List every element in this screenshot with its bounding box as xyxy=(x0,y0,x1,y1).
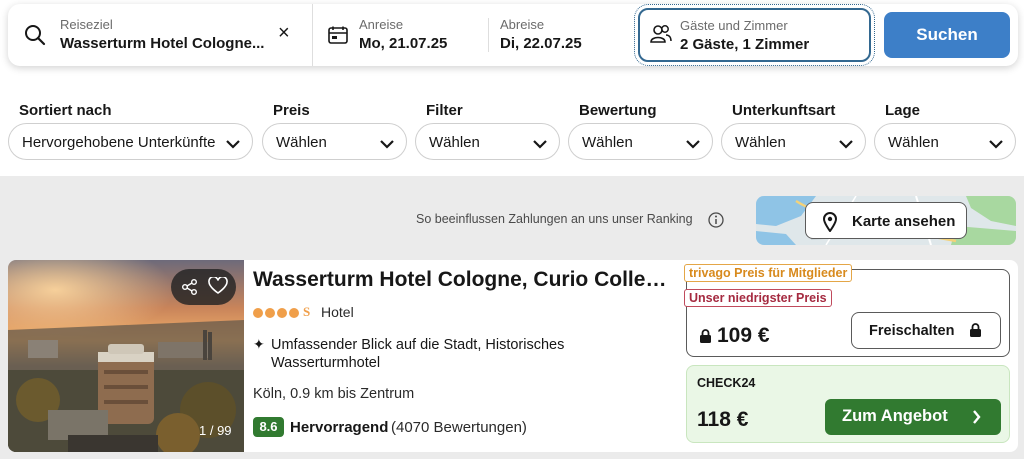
filter-value: Wählen xyxy=(888,134,939,151)
info-icon[interactable] xyxy=(708,212,724,233)
price-dropdown[interactable]: Wählen xyxy=(262,123,407,160)
search-button[interactable]: Suchen xyxy=(884,12,1010,58)
chevron-right-icon xyxy=(972,410,981,429)
filter-title: Preis xyxy=(273,102,310,119)
filter-value: Wählen xyxy=(735,134,786,151)
member-offer[interactable]: trivago Preis für Mitglieder Unser niedr… xyxy=(684,264,1010,357)
chevron-down-icon xyxy=(839,136,853,154)
chevron-down-icon xyxy=(686,136,700,154)
location-dropdown[interactable]: Wählen xyxy=(874,123,1016,160)
map-pin-icon xyxy=(822,212,838,237)
search-bar: Reiseziel Wasserturm Hotel Cologne... × … xyxy=(8,4,1018,66)
lowest-price-tag: Unser niedrigster Preis xyxy=(684,289,832,307)
accommodation-type-dropdown[interactable]: Wählen xyxy=(721,123,866,160)
calendar-icon xyxy=(328,26,348,49)
chevron-down-icon xyxy=(989,136,1003,154)
hotel-location: Köln, 0.9 km bis Zentrum xyxy=(253,386,415,402)
lock-icon xyxy=(969,323,982,343)
star-icon xyxy=(265,308,275,318)
star-icon xyxy=(253,308,263,318)
sparkle-icon: ✦ xyxy=(253,336,265,352)
search-icon xyxy=(24,24,46,51)
guests-value: 2 Gäste, 1 Zimmer xyxy=(680,36,810,53)
arrival-field[interactable]: Anreise Mo, 21.07.25 xyxy=(313,4,493,66)
filter-title: Bewertung xyxy=(579,102,657,119)
unlock-button[interactable]: Freischalten xyxy=(851,312,1001,349)
departure-label: Abreise xyxy=(500,17,545,32)
people-icon xyxy=(650,24,672,49)
chevron-down-icon xyxy=(380,136,394,154)
filter-title: Unterkunftsart xyxy=(732,102,836,119)
destination-field[interactable]: Reiseziel Wasserturm Hotel Cologne... × xyxy=(8,4,312,66)
guests-rooms-field[interactable]: Gäste und Zimmer 2 Gäste, 1 Zimmer xyxy=(634,4,875,66)
filter-dropdown[interactable]: Wählen xyxy=(415,123,560,160)
lock-icon xyxy=(699,329,712,349)
heart-icon[interactable] xyxy=(208,277,228,295)
filter-value: Wählen xyxy=(276,134,327,151)
guests-label: Gäste und Zimmer xyxy=(680,18,788,33)
view-map-label: Karte ansehen xyxy=(852,213,956,230)
star-icon xyxy=(289,308,299,318)
hotel-name[interactable]: Wasserturm Hotel Cologne, Curio Collecti… xyxy=(253,268,678,292)
destination-value: Wasserturm Hotel Cologne... xyxy=(60,35,265,52)
arrival-label: Anreise xyxy=(359,17,404,32)
filter-title: Lage xyxy=(885,102,921,119)
hotel-photo[interactable]: 1 / 99 xyxy=(8,260,244,452)
hotel-highlight: Umfassender Blick auf die Stadt, Histori… xyxy=(271,337,565,371)
view-deal-button[interactable]: Zum Angebot xyxy=(825,399,1001,435)
provider-price: 118 € xyxy=(697,408,749,431)
view-deal-label: Zum Angebot xyxy=(842,407,948,425)
hotel-info: Wasserturm Hotel Cologne, Curio Collecti… xyxy=(253,260,683,452)
member-price-tag: trivago Preis für Mitglieder xyxy=(684,264,853,282)
superior-marker: S xyxy=(303,304,311,319)
filter-value: Wählen xyxy=(582,134,633,151)
arrival-value: Mo, 21.07.25 xyxy=(359,35,448,52)
departure-value: Di, 22.07.25 xyxy=(500,35,582,52)
share-icon[interactable] xyxy=(181,278,199,296)
photo-counter: 1 / 99 xyxy=(199,423,232,438)
rating-label: Hervorragend xyxy=(290,419,389,436)
hotel-card[interactable]: 1 / 99 Wasserturm Hotel Cologne, Curio C… xyxy=(8,260,1018,452)
departure-field[interactable]: Abreise Di, 22.07.25 xyxy=(488,4,636,66)
unlock-label: Freischalten xyxy=(869,323,955,339)
rating-badge: 8.6 xyxy=(253,417,284,437)
member-price: 109 € xyxy=(717,324,770,347)
view-map-button[interactable]: Karte ansehen xyxy=(805,202,967,239)
destination-label: Reiseziel xyxy=(60,17,113,32)
rating-count[interactable]: (4070 Bewertungen) xyxy=(391,419,527,436)
clear-icon[interactable]: × xyxy=(278,23,290,43)
sort-dropdown[interactable]: Hervorgehobene Unterkünfte xyxy=(8,123,253,160)
filter-value: Hervorgehobene Unterkünfte xyxy=(22,134,216,151)
chevron-down-icon xyxy=(533,136,547,154)
provider-name: CHECK24 xyxy=(697,376,756,390)
filter-title: Sortiert nach xyxy=(19,102,112,119)
accommodation-type: Hotel xyxy=(321,304,354,320)
rating-dropdown[interactable]: Wählen xyxy=(568,123,713,160)
chevron-down-icon xyxy=(226,136,240,154)
filter-value: Wählen xyxy=(429,134,480,151)
filter-bar: Sortiert nach Hervorgehobene Unterkünfte… xyxy=(0,88,1024,174)
filter-title: Filter xyxy=(426,102,463,119)
photo-actions xyxy=(171,269,236,305)
star-icon xyxy=(277,308,287,318)
results-area: So beeinflussen Zahlungen an uns unser R… xyxy=(0,176,1024,459)
provider-offer[interactable]: CHECK24 118 € Zum Angebot xyxy=(686,365,1010,443)
ranking-note[interactable]: So beeinflussen Zahlungen an uns unser R… xyxy=(416,212,693,226)
